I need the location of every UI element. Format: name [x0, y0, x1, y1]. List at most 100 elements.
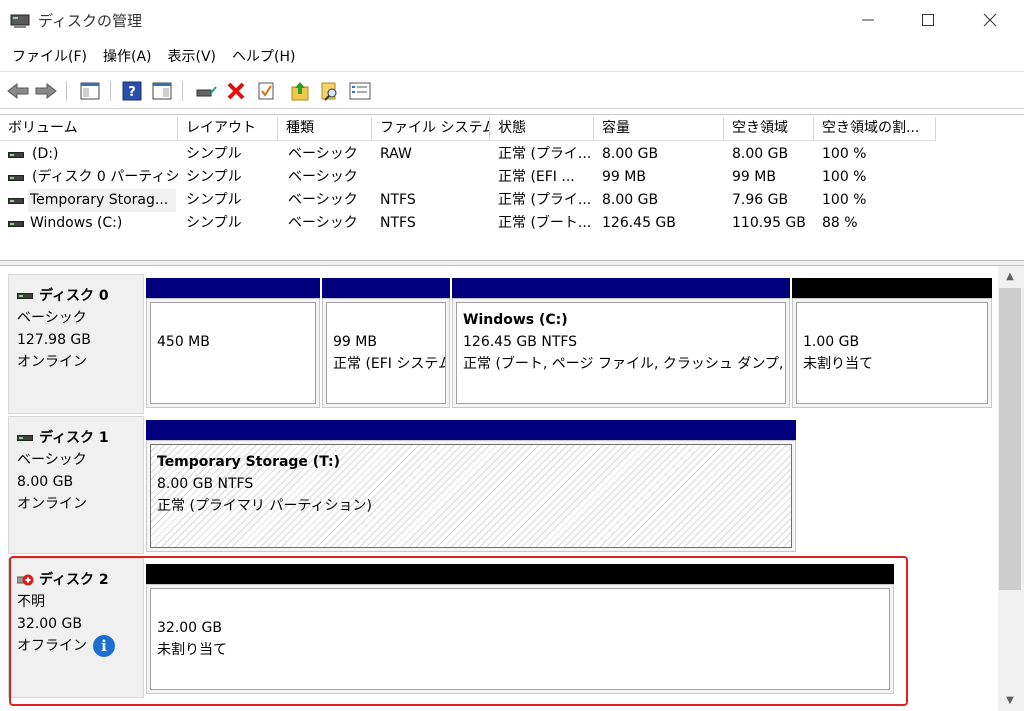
volume-name: (D:) [32, 146, 59, 162]
volume-row[interactable]: Windows (C:) シンプル ベーシック NTFS 正常 (ブート... … [0, 212, 1024, 235]
volume-icon [8, 198, 24, 204]
disk-2-size: 32.00 GB [17, 616, 82, 632]
volume-list-header: ボリューム レイアウト 種類 ファイル システム 状態 容量 空き領域 空き領域… [0, 117, 1024, 141]
menu-file[interactable]: ファイル(F) [4, 45, 95, 69]
disk-1-name: ディスク 1 [39, 430, 109, 446]
column-header-layout[interactable]: レイアウト [178, 117, 278, 141]
list-view-button[interactable] [348, 79, 372, 103]
close-button[interactable] [960, 0, 1020, 40]
scroll-up-icon[interactable]: ▲ [998, 266, 1022, 286]
disk-0-unallocated[interactable]: 1.00 GB 未割り当て [792, 278, 992, 408]
title-bar: ディスクの管理 [0, 0, 1024, 42]
delete-icon [227, 82, 245, 100]
properties-icon [258, 82, 274, 100]
partition-bar [146, 278, 320, 298]
column-header-volume[interactable]: ボリューム [0, 117, 178, 141]
partition-size: 32.00 GB [157, 620, 222, 636]
volume-free-space: 110.95 GB [732, 215, 806, 231]
column-header-status[interactable]: 状態 [490, 117, 594, 141]
back-button[interactable] [6, 79, 30, 103]
forward-icon [35, 83, 57, 99]
disk-0-partition-efi[interactable]: 99 MB 正常 (EFI システム [322, 278, 450, 408]
connect-icon [196, 86, 217, 97]
partition-bar [146, 420, 796, 440]
export-button[interactable] [288, 79, 312, 103]
column-header-type[interactable]: 種類 [278, 117, 372, 141]
partition-size: 99 MB [333, 334, 377, 350]
volume-status: 正常 (プライ... [498, 192, 592, 208]
volume-free-percent: 100 % [822, 192, 867, 208]
disk-0-partition-windows[interactable]: Windows (C:) 126.45 GB NTFS 正常 (ブート, ページ… [452, 278, 790, 408]
menu-help[interactable]: ヘルプ(H) [224, 45, 303, 69]
volume-row[interactable]: (D:) シンプル ベーシック RAW 正常 (プライ... 8.00 GB 8… [0, 143, 1024, 166]
console-tree-button[interactable] [78, 79, 102, 103]
column-header-capacity[interactable]: 容量 [594, 117, 724, 141]
volume-filesystem: NTFS [380, 215, 416, 231]
volume-status: 正常 (EFI ... [498, 169, 575, 185]
disk-2-title-row: ディスク 2 [17, 569, 135, 591]
partition-status: 正常 (プライマリ パーティション) [157, 498, 372, 514]
disk-0-partition-recovery[interactable]: 450 MB [146, 278, 320, 408]
disk-2-state: オフライン [17, 638, 87, 654]
partition-body: 1.00 GB 未割り当て [796, 302, 988, 404]
column-header-filesystem[interactable]: ファイル システム [372, 117, 490, 141]
menu-action[interactable]: 操作(A) [95, 45, 160, 69]
menu-view[interactable]: 表示(V) [160, 45, 225, 69]
partition-size: 8.00 GB NTFS [157, 476, 254, 492]
volume-free-space: 8.00 GB [732, 146, 789, 162]
volume-status: 正常 (プライ... [498, 146, 592, 162]
volume-row[interactable]: (ディスク 0 パーティショ... シンプル ベーシック 正常 (EFI ...… [0, 166, 1024, 189]
scroll-down-icon[interactable]: ▼ [998, 690, 1022, 710]
disk-map-pane: ディスク 0 ベーシック 127.98 GB オンライン 450 MB 99 M… [0, 266, 1000, 711]
partition-size: 450 MB [157, 334, 210, 350]
minimize-button[interactable] [838, 0, 898, 40]
volume-icon [8, 152, 24, 158]
list-icon [349, 82, 371, 100]
disk-2-name: ディスク 2 [39, 572, 109, 588]
volume-free-space: 7.96 GB [732, 192, 789, 208]
disk-2-info[interactable]: ディスク 2 不明 32.00 GB オフライン i [8, 558, 144, 698]
volume-layout: シンプル [186, 169, 242, 185]
volume-type: ベーシック [288, 192, 358, 208]
column-header-free-space[interactable]: 空き領域 [724, 117, 814, 141]
partition-size: 126.45 GB NTFS [463, 334, 578, 350]
volume-free-percent: 88 % [822, 215, 858, 231]
volume-layout: シンプル [186, 215, 242, 231]
disk-1-state: オンライン [17, 496, 87, 512]
column-header-free-percent[interactable]: 空き領域の割... [814, 117, 936, 141]
forward-button[interactable] [34, 79, 58, 103]
toolbar-separator [66, 81, 67, 101]
partition-body: Windows (C:) 126.45 GB NTFS 正常 (ブート, ページ… [456, 302, 786, 404]
connect-button[interactable] [194, 79, 218, 103]
partition-title: Temporary Storage (T:) [157, 454, 340, 470]
vertical-scrollbar[interactable]: ▲ ▼ [998, 266, 1024, 711]
disk-0-info[interactable]: ディスク 0 ベーシック 127.98 GB オンライン [8, 274, 144, 414]
console-tree-icon [80, 82, 100, 100]
partition-body: 450 MB [150, 302, 316, 404]
disk-0-size: 127.98 GB [17, 332, 91, 348]
scrollbar-thumb[interactable] [999, 288, 1021, 590]
disk-1-size: 8.00 GB [17, 474, 74, 490]
info-icon[interactable]: i [93, 635, 115, 657]
toolbar: ? [0, 73, 1024, 109]
partition-body: 32.00 GB 未割り当て [150, 588, 890, 690]
disk-1-partition-temporary-storage[interactable]: Temporary Storage (T:) 8.00 GB NTFS 正常 (… [146, 420, 796, 552]
rescan-button[interactable] [318, 79, 342, 103]
disk-1-title-row: ディスク 1 [17, 427, 135, 449]
help-button[interactable]: ? [120, 79, 144, 103]
maximize-button[interactable] [898, 0, 958, 40]
volume-row[interactable]: Temporary Storag... シンプル ベーシック NTFS 正常 (… [0, 189, 1024, 212]
action-pane-button[interactable] [150, 79, 174, 103]
action-pane-icon [152, 82, 172, 100]
volume-free-percent: 100 % [822, 169, 867, 185]
volume-free-space: 99 MB [732, 169, 776, 185]
volume-filesystem [380, 166, 488, 189]
maximize-icon [922, 14, 934, 26]
disk-2-unallocated[interactable]: 32.00 GB 未割り当て [146, 564, 894, 694]
delete-button[interactable] [224, 79, 248, 103]
disk-offline-error-icon [17, 574, 34, 586]
disk-1-info[interactable]: ディスク 1 ベーシック 8.00 GB オンライン [8, 416, 144, 554]
help-icon: ? [122, 81, 142, 101]
volume-icon [8, 175, 24, 181]
properties-button[interactable] [254, 79, 278, 103]
